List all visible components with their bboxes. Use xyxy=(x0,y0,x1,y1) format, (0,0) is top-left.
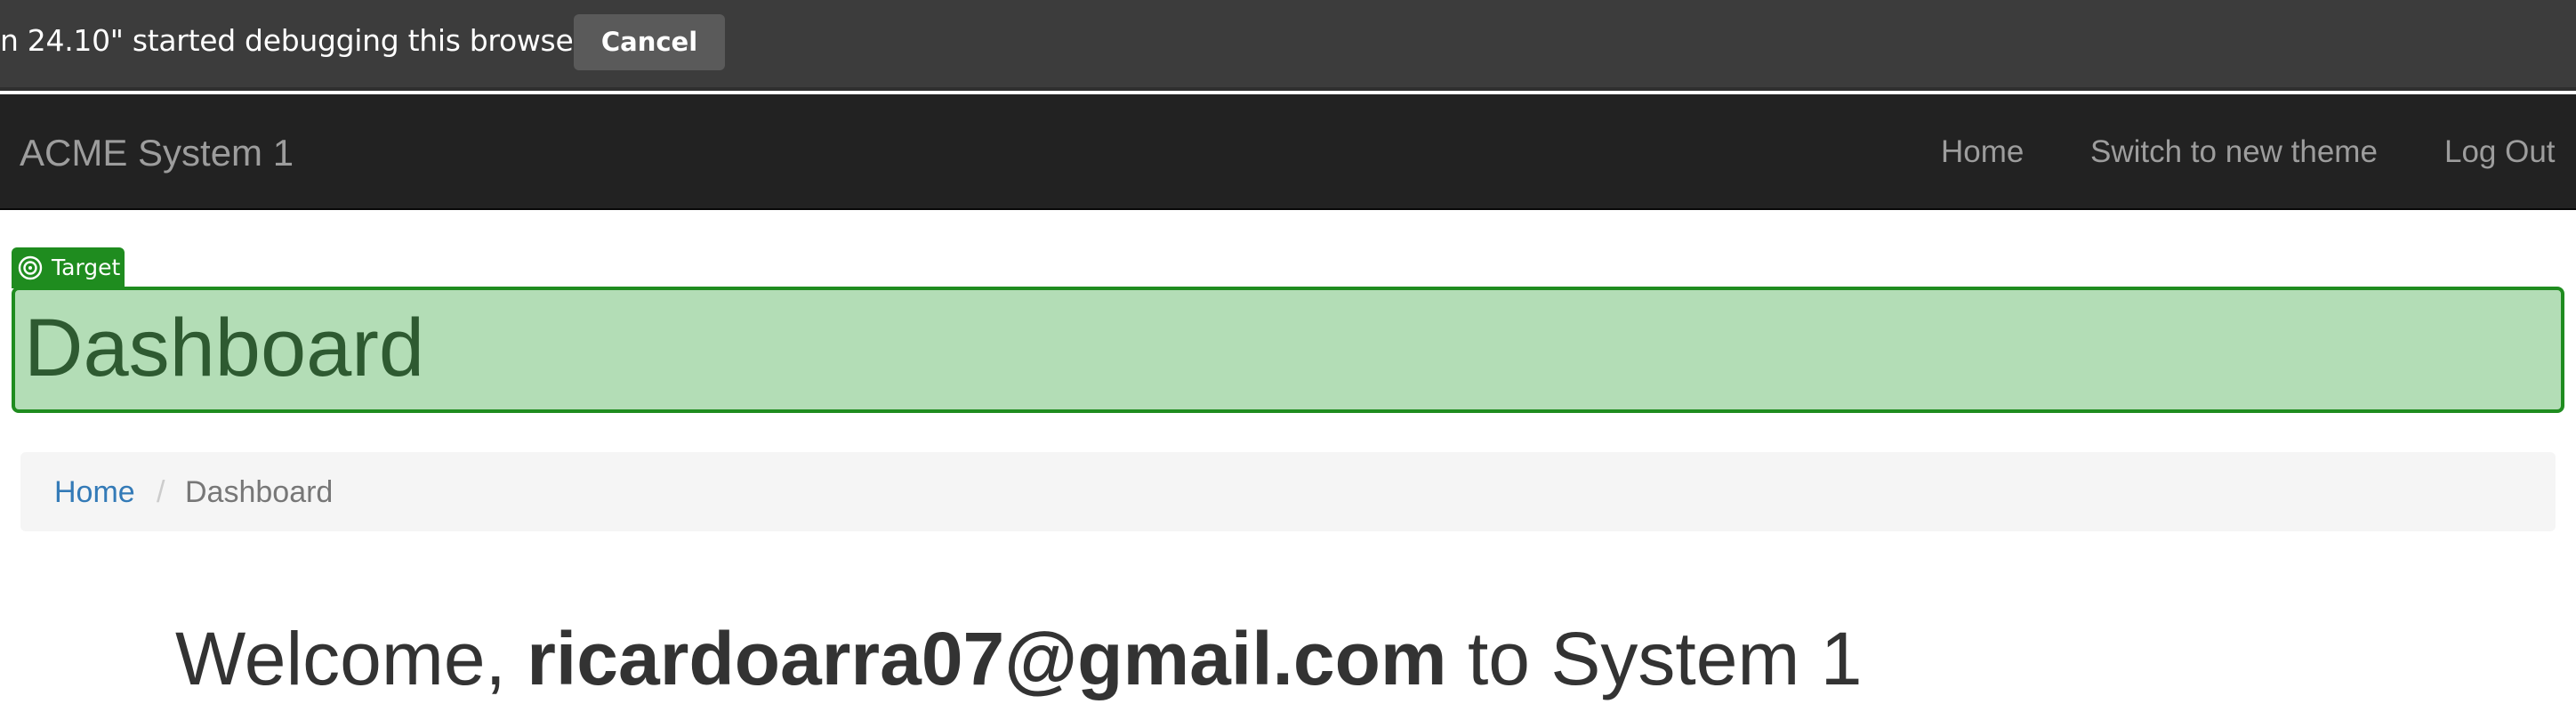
target-highlight: Dashboard xyxy=(12,287,2564,413)
nav-home-link[interactable]: Home xyxy=(1941,134,2024,170)
welcome-suffix: to System 1 xyxy=(1446,617,1863,700)
navbar-brand[interactable]: ACME System 1 xyxy=(20,132,294,174)
target-tag: Target xyxy=(12,247,125,288)
breadcrumb-current: Dashboard xyxy=(185,475,334,509)
welcome-user: ricardoarra07@gmail.com xyxy=(527,617,1447,700)
target-icon xyxy=(18,255,43,280)
debug-infobar: n 24.10" started debugging this browser … xyxy=(0,0,2576,91)
debug-message: n 24.10" started debugging this browser xyxy=(0,23,585,58)
breadcrumb-separator: / xyxy=(157,475,165,509)
nav-logout-link[interactable]: Log Out xyxy=(2444,134,2556,170)
target-tag-label: Target xyxy=(52,255,121,280)
breadcrumb-home-link[interactable]: Home xyxy=(54,475,135,510)
page-title: Dashboard xyxy=(24,303,425,393)
nav-switch-theme-link[interactable]: Switch to new theme xyxy=(2090,134,2378,170)
welcome-prefix: Welcome, xyxy=(175,617,527,700)
cancel-debug-button[interactable]: Cancel xyxy=(574,14,725,70)
welcome-message: Welcome, ricardoarra07@gmail.com to Syst… xyxy=(175,614,1862,704)
breadcrumb: Home / Dashboard xyxy=(20,452,2556,531)
top-navbar: ACME System 1 Home Switch to new theme L… xyxy=(0,94,2576,210)
